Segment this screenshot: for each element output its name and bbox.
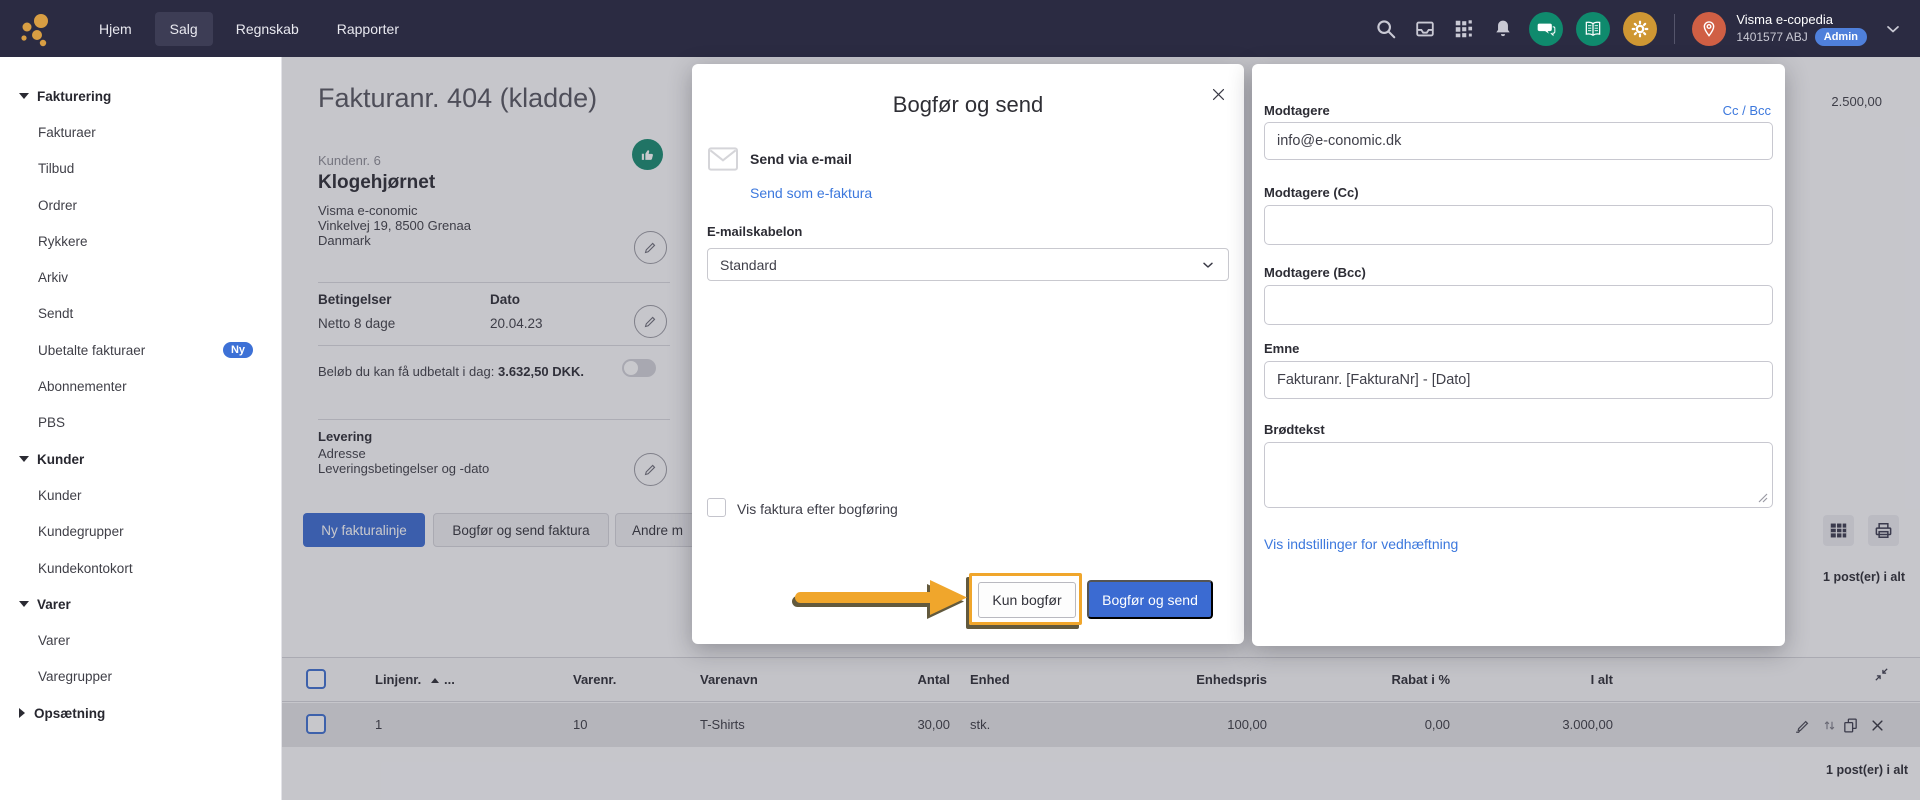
show-invoice-after-posting-label: Vis faktura efter bogføring: [737, 501, 898, 517]
sidebar-item-ubetalte-fakturaer[interactable]: Ubetalte fakturaerNy: [0, 332, 281, 368]
post-and-send-button[interactable]: Bogfør og send: [1087, 580, 1213, 619]
company-name: Visma e-copedia: [1736, 12, 1867, 28]
sidebar-item-pbs[interactable]: PBS: [0, 405, 281, 441]
envelope-icon: [707, 146, 739, 177]
logo-glyph: [17, 10, 55, 48]
body-label: Brødtekst: [1264, 422, 1325, 437]
recipients-label: Modtagere: [1264, 103, 1330, 118]
chat-icon[interactable]: [1529, 12, 1563, 46]
account-info: Visma e-copedia 1401577 ABJ Admin: [1736, 12, 1867, 46]
sidebar: Fakturering Fakturaer Tilbud Ordrer Rykk…: [0, 57, 282, 800]
post-only-button[interactable]: Kun bogfør: [978, 582, 1076, 618]
sidebar-section-varer[interactable]: Varer: [0, 586, 281, 622]
sidebar-section-kunder[interactable]: Kunder: [0, 441, 281, 477]
settings-gear-icon[interactable]: [1623, 12, 1657, 46]
attachment-settings-link[interactable]: Vis indstillinger for vedhæftning: [1264, 536, 1458, 552]
close-x-icon: [1210, 86, 1227, 103]
cc-bcc-link[interactable]: Cc / Bcc: [1723, 103, 1771, 118]
sidebar-section-fakturering[interactable]: Fakturering: [0, 78, 281, 114]
location-pin-icon: [1692, 12, 1726, 46]
notifications-bell-icon[interactable]: [1490, 16, 1516, 42]
sidebar-item-varegrupper[interactable]: Varegrupper: [0, 659, 281, 695]
search-icon[interactable]: [1373, 16, 1399, 42]
nav-rapporter[interactable]: Rapporter: [322, 12, 414, 46]
selected-template: Standard: [720, 257, 777, 273]
email-template-select[interactable]: Standard: [707, 248, 1229, 281]
subject-input[interactable]: [1264, 361, 1773, 399]
email-settings-panel: Modtagere Cc / Bcc Modtagere (Cc) Modtag…: [1252, 64, 1785, 646]
agreement-number: 1401577 ABJ: [1736, 29, 1807, 45]
sidebar-item-arkiv[interactable]: Arkiv: [0, 259, 281, 295]
ny-badge: Ny: [223, 342, 253, 358]
cc-input[interactable]: [1264, 205, 1773, 245]
main-menu: Hjem Salg Regnskab Rapporter: [84, 12, 414, 46]
cc-label: Modtagere (Cc): [1264, 185, 1359, 200]
body-textarea[interactable]: [1264, 442, 1773, 508]
top-navbar: Hjem Salg Regnskab Rapporter: [0, 0, 1920, 57]
navbar-divider: [1674, 14, 1675, 44]
apps-grid-icon[interactable]: [1451, 16, 1477, 42]
admin-badge: Admin: [1815, 28, 1867, 46]
navbar-actions: Visma e-copedia 1401577 ABJ Admin: [1373, 0, 1906, 57]
email-template-label: E-mailskabelon: [707, 224, 802, 239]
sidebar-item-rykkere[interactable]: Rykkere: [0, 223, 281, 259]
nav-salg[interactable]: Salg: [155, 12, 213, 46]
sidebar-item-kundekontokort[interactable]: Kundekontokort: [0, 550, 281, 586]
modal-close-button[interactable]: [1208, 84, 1228, 104]
sidebar-item-abonnementer[interactable]: Abonnementer: [0, 368, 281, 404]
show-invoice-after-posting-checkbox[interactable]: [707, 498, 726, 517]
send-via-email-label: Send via e-mail: [750, 151, 852, 167]
sidebar-section-opsaetning[interactable]: Opsætning: [0, 695, 281, 731]
sidebar-item-kundegrupper[interactable]: Kundegrupper: [0, 514, 281, 550]
sidebar-item-kunder[interactable]: Kunder: [0, 477, 281, 513]
collapse-triangle-icon: [19, 456, 29, 462]
chevron-down-icon[interactable]: [1880, 16, 1906, 42]
e-conomic-logo-icon[interactable]: [16, 9, 56, 49]
recipients-input[interactable]: [1264, 122, 1773, 160]
help-book-icon[interactable]: [1576, 12, 1610, 46]
collapse-triangle-icon: [19, 93, 29, 99]
chevron-down-icon: [1200, 257, 1216, 273]
sidebar-item-ordrer[interactable]: Ordrer: [0, 187, 281, 223]
nav-hjem[interactable]: Hjem: [84, 12, 147, 46]
send-as-einvoice-link[interactable]: Send som e-faktura: [750, 185, 872, 201]
modal-title: Bogfør og send: [692, 92, 1244, 118]
account-menu[interactable]: Visma e-copedia 1401577 ABJ Admin: [1692, 12, 1867, 46]
sidebar-item-varer[interactable]: Varer: [0, 622, 281, 658]
collapse-triangle-icon: [19, 601, 29, 607]
nav-regnskab[interactable]: Regnskab: [221, 12, 314, 46]
sidebar-item-tilbud[interactable]: Tilbud: [0, 151, 281, 187]
bcc-label: Modtagere (Bcc): [1264, 265, 1366, 280]
sidebar-item-sendt[interactable]: Sendt: [0, 296, 281, 332]
app: Hjem Salg Regnskab Rapporter: [0, 0, 1920, 800]
sidebar-item-fakturaer[interactable]: Fakturaer: [0, 114, 281, 150]
inbox-icon[interactable]: [1412, 16, 1438, 42]
expand-triangle-icon: [19, 708, 25, 718]
bogfor-og-send-modal: Bogfør og send Send via e-mail Send som …: [692, 64, 1244, 644]
subject-label: Emne: [1264, 341, 1299, 356]
bcc-input[interactable]: [1264, 285, 1773, 325]
